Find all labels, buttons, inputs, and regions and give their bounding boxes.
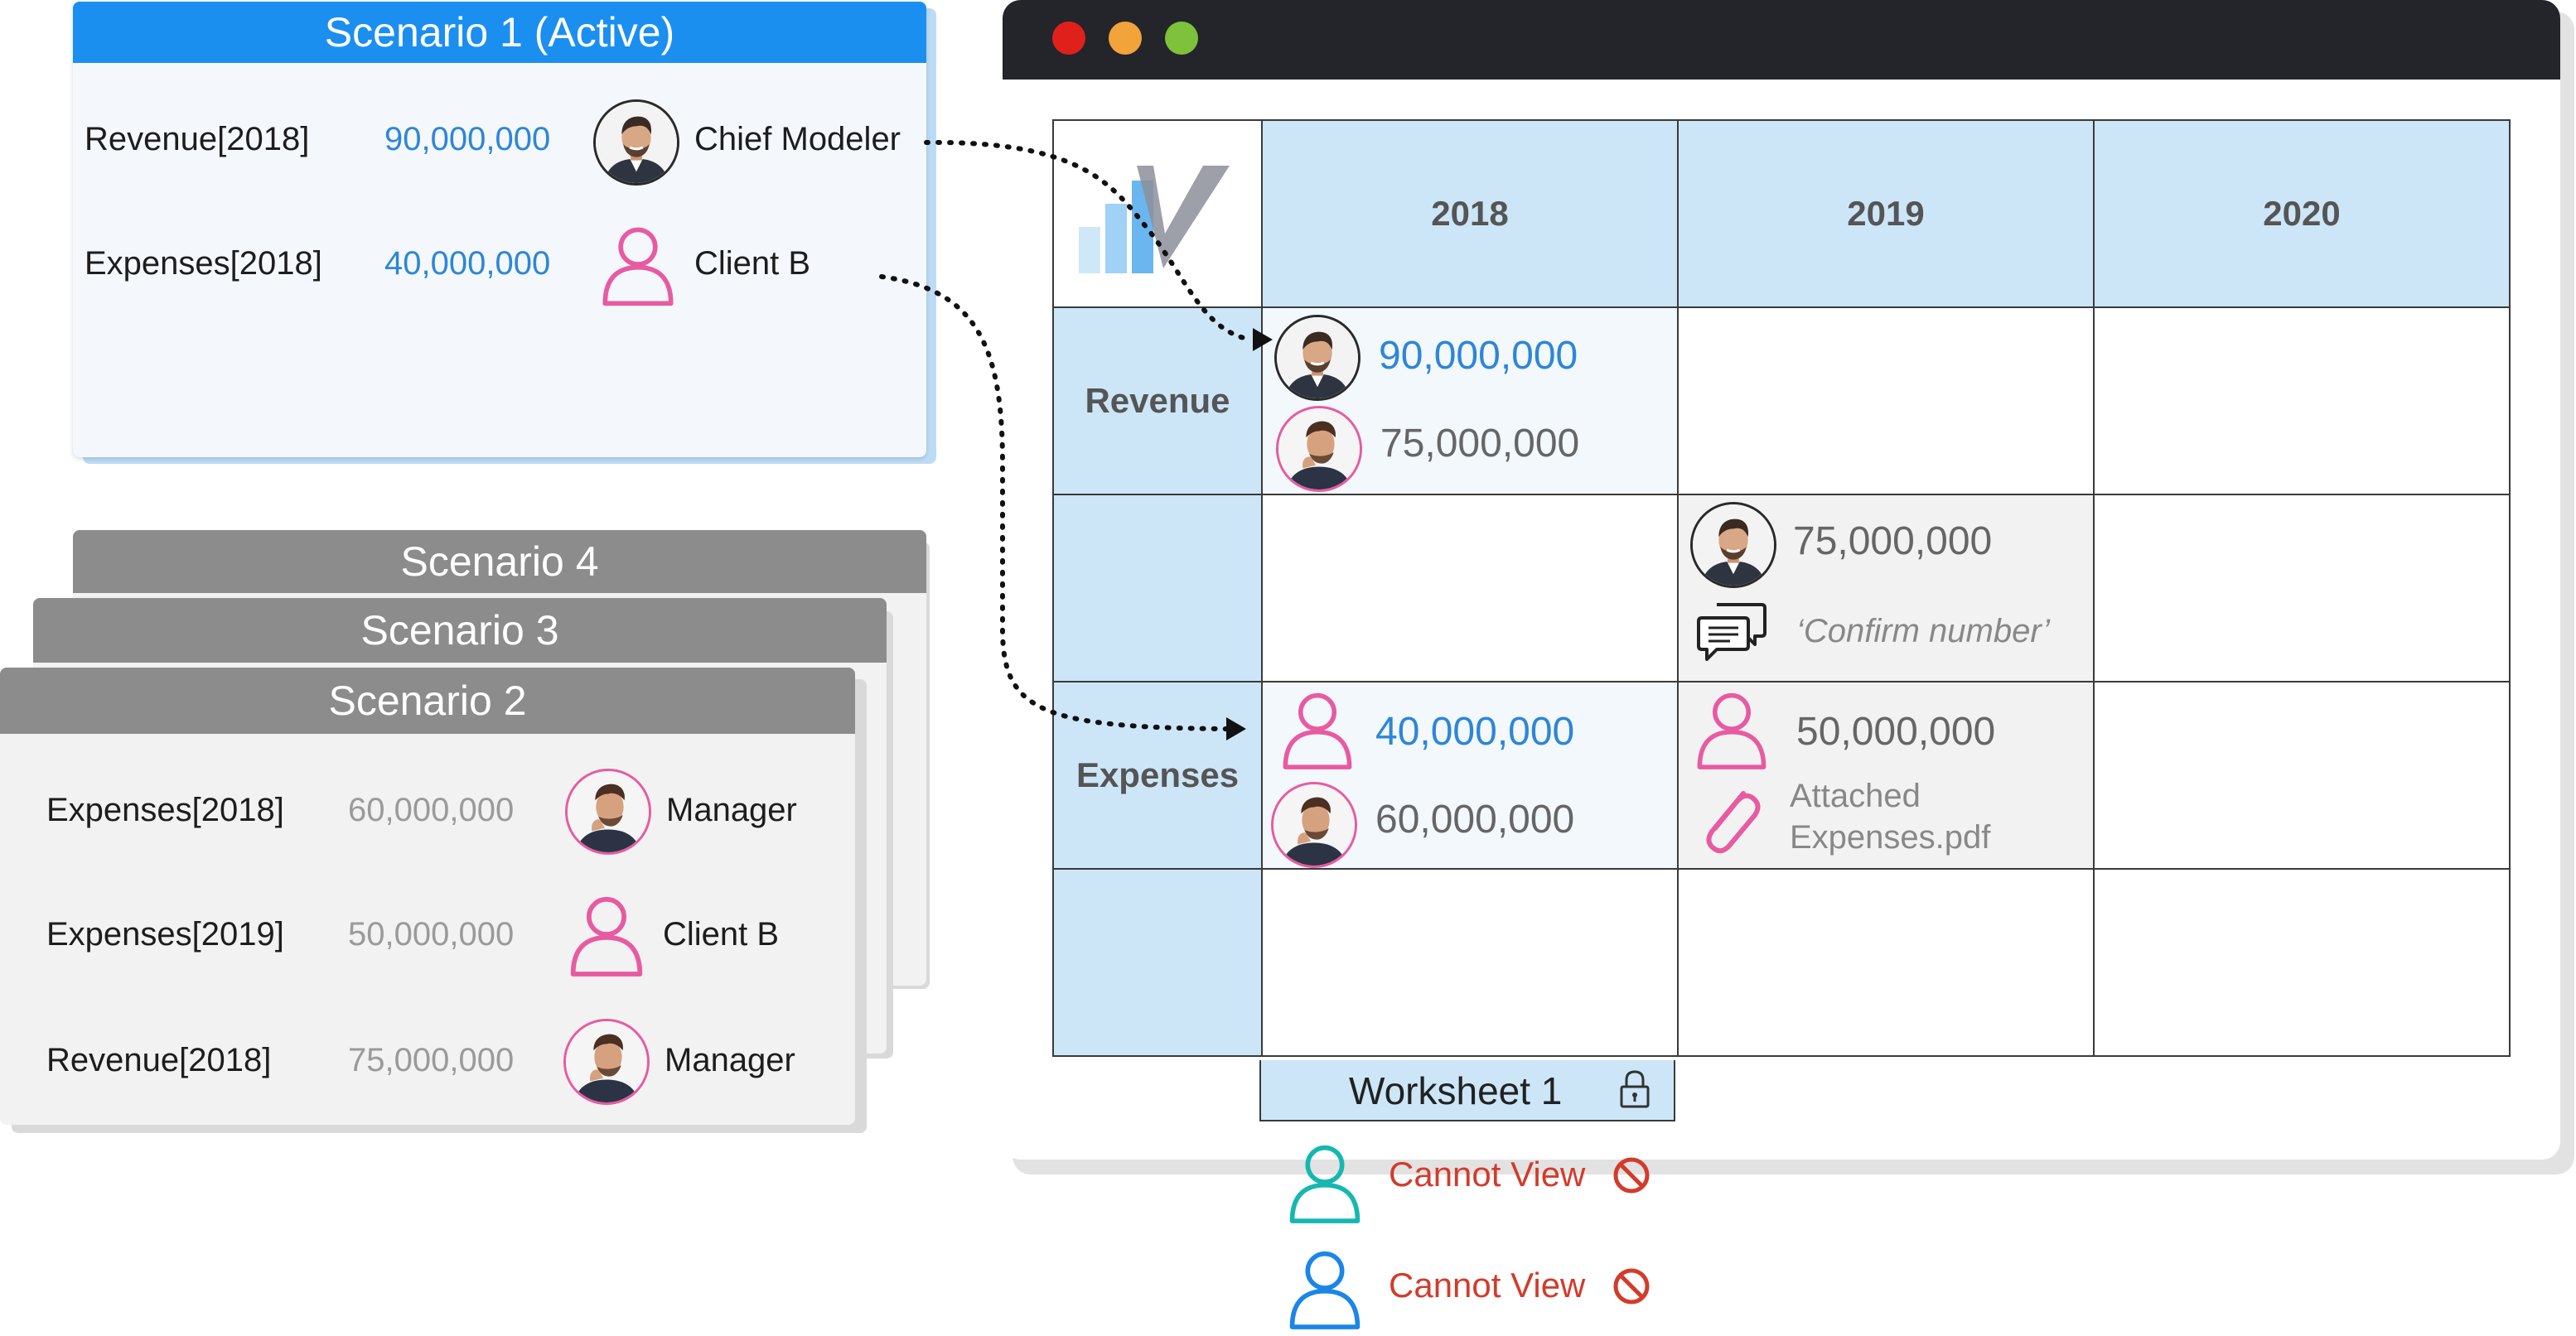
connector-revenue — [924, 139, 1254, 342]
arrowhead-icon — [1226, 717, 1246, 740]
connector-layer — [879, 139, 1273, 740]
connector-expenses — [879, 274, 1229, 731]
arrowhead-icon — [1253, 328, 1273, 351]
